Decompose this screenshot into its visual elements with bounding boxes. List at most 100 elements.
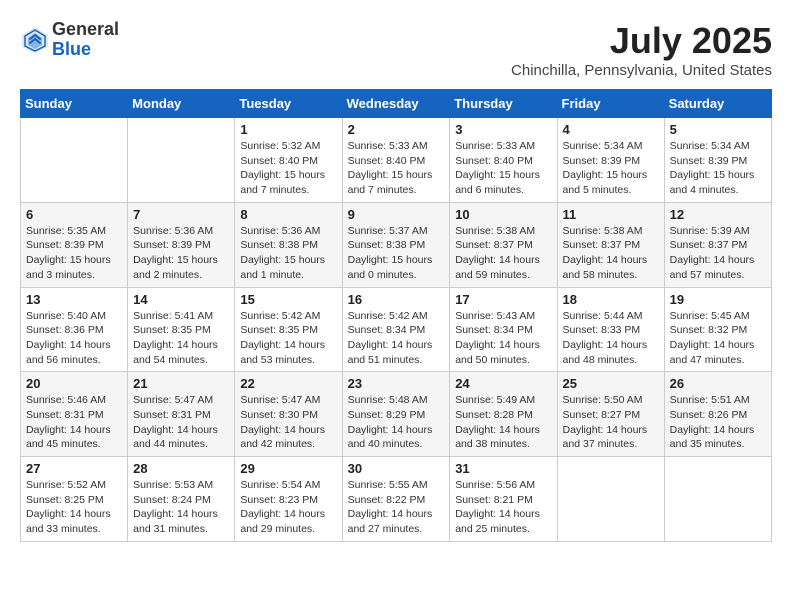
calendar-cell: 24 Sunrise: 5:49 AM Sunset: 8:28 PM Dayli… bbox=[450, 372, 557, 457]
day-number: 21 bbox=[133, 376, 229, 391]
calendar-week-3: 13 Sunrise: 5:40 AM Sunset: 8:36 PM Dayli… bbox=[21, 287, 772, 372]
day-number: 10 bbox=[455, 207, 551, 222]
day-number: 23 bbox=[348, 376, 445, 391]
calendar-cell: 30 Sunrise: 5:55 AM Sunset: 8:22 PM Dayli… bbox=[342, 457, 450, 542]
calendar-cell: 12Sunrise: 5:39 AM Sunset: 8:37 PM Dayli… bbox=[664, 202, 771, 287]
calendar-week-2: 6 Sunrise: 5:35 AM Sunset: 8:39 PM Daylig… bbox=[21, 202, 772, 287]
day-number: 11 bbox=[563, 207, 659, 222]
day-number: 25 bbox=[563, 376, 659, 391]
day-number: 27 bbox=[26, 461, 122, 476]
day-info: Sunrise: 5:55 AM Sunset: 8:22 PM Dayligh… bbox=[348, 478, 445, 537]
day-number: 6 bbox=[26, 207, 122, 222]
day-number: 14 bbox=[133, 292, 229, 307]
day-info: Sunrise: 5:38 AM Sunset: 8:37 PM Dayligh… bbox=[563, 224, 659, 283]
day-info: Sunrise: 5:42 AM Sunset: 8:35 PM Dayligh… bbox=[240, 309, 336, 368]
calendar-table: SundayMondayTuesdayWednesdayThursdayFrid… bbox=[20, 89, 772, 542]
calendar-cell: 23 Sunrise: 5:48 AM Sunset: 8:29 PM Dayli… bbox=[342, 372, 450, 457]
calendar-cell: 9 Sunrise: 5:37 AM Sunset: 8:38 PM Daylig… bbox=[342, 202, 450, 287]
calendar-cell: 19Sunrise: 5:45 AM Sunset: 8:32 PM Dayli… bbox=[664, 287, 771, 372]
weekday-header-thursday: Thursday bbox=[450, 90, 557, 118]
day-info: Sunrise: 5:33 AM Sunset: 8:40 PM Dayligh… bbox=[455, 139, 551, 198]
day-number: 22 bbox=[240, 376, 336, 391]
calendar-cell: 6 Sunrise: 5:35 AM Sunset: 8:39 PM Daylig… bbox=[21, 202, 128, 287]
calendar-cell: 16Sunrise: 5:42 AM Sunset: 8:34 PM Dayli… bbox=[342, 287, 450, 372]
calendar-cell bbox=[664, 457, 771, 542]
calendar-cell bbox=[557, 457, 664, 542]
logo: General Blue bbox=[20, 20, 119, 60]
day-info: Sunrise: 5:37 AM Sunset: 8:38 PM Dayligh… bbox=[348, 224, 445, 283]
day-info: Sunrise: 5:44 AM Sunset: 8:33 PM Dayligh… bbox=[563, 309, 659, 368]
page-header: General Blue July 2025 Chinchilla, Penns… bbox=[20, 20, 772, 79]
calendar-cell: 27 Sunrise: 5:52 AM Sunset: 8:25 PM Dayli… bbox=[21, 457, 128, 542]
calendar-cell: 21 Sunrise: 5:47 AM Sunset: 8:31 PM Dayli… bbox=[128, 372, 235, 457]
day-number: 31 bbox=[455, 461, 551, 476]
calendar-cell: 29 Sunrise: 5:54 AM Sunset: 8:23 PM Dayli… bbox=[235, 457, 342, 542]
calendar-cell: 20Sunrise: 5:46 AM Sunset: 8:31 PM Dayli… bbox=[21, 372, 128, 457]
day-info: Sunrise: 5:41 AM Sunset: 8:35 PM Dayligh… bbox=[133, 309, 229, 368]
day-number: 7 bbox=[133, 207, 229, 222]
calendar-week-4: 20Sunrise: 5:46 AM Sunset: 8:31 PM Dayli… bbox=[21, 372, 772, 457]
logo-text: General Blue bbox=[52, 20, 119, 60]
day-number: 17 bbox=[455, 292, 551, 307]
calendar-cell: 10 Sunrise: 5:38 AM Sunset: 8:37 PM Dayli… bbox=[450, 202, 557, 287]
calendar-cell: 26Sunrise: 5:51 AM Sunset: 8:26 PM Dayli… bbox=[664, 372, 771, 457]
weekday-header-monday: Monday bbox=[128, 90, 235, 118]
day-number: 9 bbox=[348, 207, 445, 222]
weekday-header-friday: Friday bbox=[557, 90, 664, 118]
day-number: 28 bbox=[133, 461, 229, 476]
day-number: 1 bbox=[240, 122, 336, 137]
day-info: Sunrise: 5:34 AM Sunset: 8:39 PM Dayligh… bbox=[670, 139, 766, 198]
month-title: July 2025 bbox=[511, 20, 772, 62]
day-number: 20 bbox=[26, 376, 122, 391]
day-info: Sunrise: 5:36 AM Sunset: 8:38 PM Dayligh… bbox=[240, 224, 336, 283]
day-info: Sunrise: 5:48 AM Sunset: 8:29 PM Dayligh… bbox=[348, 393, 445, 452]
calendar-cell: 8 Sunrise: 5:36 AM Sunset: 8:38 PM Daylig… bbox=[235, 202, 342, 287]
calendar-cell: 14 Sunrise: 5:41 AM Sunset: 8:35 PM Dayli… bbox=[128, 287, 235, 372]
day-number: 29 bbox=[240, 461, 336, 476]
day-number: 24 bbox=[455, 376, 551, 391]
calendar-cell: 5 Sunrise: 5:34 AM Sunset: 8:39 PM Daylig… bbox=[664, 118, 771, 203]
weekday-header-saturday: Saturday bbox=[664, 90, 771, 118]
day-number: 18 bbox=[563, 292, 659, 307]
day-info: Sunrise: 5:35 AM Sunset: 8:39 PM Dayligh… bbox=[26, 224, 122, 283]
day-info: Sunrise: 5:40 AM Sunset: 8:36 PM Dayligh… bbox=[26, 309, 122, 368]
day-number: 3 bbox=[455, 122, 551, 137]
day-number: 8 bbox=[240, 207, 336, 222]
calendar-cell: 7 Sunrise: 5:36 AM Sunset: 8:39 PM Daylig… bbox=[128, 202, 235, 287]
calendar-cell: 15 Sunrise: 5:42 AM Sunset: 8:35 PM Dayli… bbox=[235, 287, 342, 372]
day-number: 16 bbox=[348, 292, 445, 307]
day-info: Sunrise: 5:50 AM Sunset: 8:27 PM Dayligh… bbox=[563, 393, 659, 452]
day-info: Sunrise: 5:53 AM Sunset: 8:24 PM Dayligh… bbox=[133, 478, 229, 537]
title-area: July 2025 Chinchilla, Pennsylvania, Unit… bbox=[511, 20, 772, 79]
weekday-header-tuesday: Tuesday bbox=[235, 90, 342, 118]
day-info: Sunrise: 5:45 AM Sunset: 8:32 PM Dayligh… bbox=[670, 309, 766, 368]
logo-icon bbox=[20, 25, 50, 55]
logo-blue-text: Blue bbox=[52, 40, 119, 60]
day-info: Sunrise: 5:32 AM Sunset: 8:40 PM Dayligh… bbox=[240, 139, 336, 198]
day-info: Sunrise: 5:52 AM Sunset: 8:25 PM Dayligh… bbox=[26, 478, 122, 537]
day-info: Sunrise: 5:36 AM Sunset: 8:39 PM Dayligh… bbox=[133, 224, 229, 283]
calendar-cell: 28 Sunrise: 5:53 AM Sunset: 8:24 PM Dayli… bbox=[128, 457, 235, 542]
day-info: Sunrise: 5:49 AM Sunset: 8:28 PM Dayligh… bbox=[455, 393, 551, 452]
day-info: Sunrise: 5:38 AM Sunset: 8:37 PM Dayligh… bbox=[455, 224, 551, 283]
calendar-cell: 18 Sunrise: 5:44 AM Sunset: 8:33 PM Dayli… bbox=[557, 287, 664, 372]
calendar-cell bbox=[21, 118, 128, 203]
day-info: Sunrise: 5:47 AM Sunset: 8:31 PM Dayligh… bbox=[133, 393, 229, 452]
day-number: 5 bbox=[670, 122, 766, 137]
day-info: Sunrise: 5:33 AM Sunset: 8:40 PM Dayligh… bbox=[348, 139, 445, 198]
calendar-cell: 22 Sunrise: 5:47 AM Sunset: 8:30 PM Dayli… bbox=[235, 372, 342, 457]
day-number: 2 bbox=[348, 122, 445, 137]
day-number: 30 bbox=[348, 461, 445, 476]
day-number: 13 bbox=[26, 292, 122, 307]
day-info: Sunrise: 5:34 AM Sunset: 8:39 PM Dayligh… bbox=[563, 139, 659, 198]
calendar-cell bbox=[128, 118, 235, 203]
calendar-cell: 11 Sunrise: 5:38 AM Sunset: 8:37 PM Dayli… bbox=[557, 202, 664, 287]
calendar-cell: 4Sunrise: 5:34 AM Sunset: 8:39 PM Daylig… bbox=[557, 118, 664, 203]
day-number: 15 bbox=[240, 292, 336, 307]
day-info: Sunrise: 5:54 AM Sunset: 8:23 PM Dayligh… bbox=[240, 478, 336, 537]
logo-general-text: General bbox=[52, 20, 119, 40]
calendar-cell: 3 Sunrise: 5:33 AM Sunset: 8:40 PM Daylig… bbox=[450, 118, 557, 203]
day-info: Sunrise: 5:51 AM Sunset: 8:26 PM Dayligh… bbox=[670, 393, 766, 452]
day-number: 12 bbox=[670, 207, 766, 222]
day-info: Sunrise: 5:47 AM Sunset: 8:30 PM Dayligh… bbox=[240, 393, 336, 452]
